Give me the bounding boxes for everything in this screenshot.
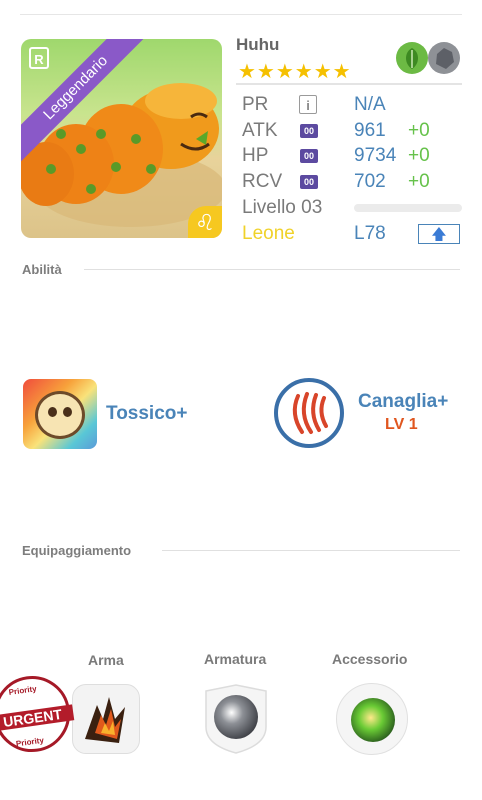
creature-name: Huhu xyxy=(236,35,280,54)
info-icon[interactable]: i xyxy=(299,95,317,114)
armor-gem-icon xyxy=(214,695,258,739)
stat-label: RCV xyxy=(242,171,283,192)
equip-label-armor: Armatura xyxy=(204,651,267,667)
stamp-main-text: URGENT xyxy=(0,704,75,732)
arrow-up-icon: 🡅 xyxy=(431,226,447,243)
abilities-divider xyxy=(84,269,460,270)
stat-row-hp: HP 00 9734 +0 xyxy=(242,145,472,169)
skull-shape xyxy=(35,391,85,439)
level-progress-bar xyxy=(354,204,462,212)
claw-scratch-icon[interactable] xyxy=(274,378,344,448)
header-divider xyxy=(236,83,462,85)
ability-level: LV 1 xyxy=(385,416,418,433)
ability-name[interactable]: Canaglia+ xyxy=(358,391,448,413)
stamp-top-text: Priority xyxy=(8,684,38,697)
stat-row-pr: PR i N/A xyxy=(242,94,472,118)
stat-value: 961 xyxy=(354,120,386,141)
stat-label: HP xyxy=(242,145,269,166)
urgent-stamp: Priority URGENT Priority xyxy=(0,671,75,757)
ability-name[interactable]: Tossico+ xyxy=(106,403,187,425)
creature-illustration xyxy=(21,83,222,227)
rock-icon xyxy=(428,42,460,74)
level-label: Livello 03 xyxy=(242,197,323,218)
upgrade-button[interactable]: 🡅 xyxy=(418,224,460,244)
zodiac-row: Leone L78 🡅 xyxy=(242,223,472,247)
armor-slot[interactable] xyxy=(202,683,270,755)
claw-weapon-icon xyxy=(85,697,125,743)
stat-tag: 00 xyxy=(300,175,318,189)
weapon-slot[interactable] xyxy=(72,684,140,754)
skull-icon[interactable] xyxy=(23,379,97,449)
stat-tag: 00 xyxy=(300,124,318,138)
stat-bonus: +0 xyxy=(408,120,430,141)
rarity-icon: R xyxy=(29,47,49,69)
stat-tag: 00 xyxy=(300,149,318,163)
zodiac-name: Leone xyxy=(242,223,295,244)
equipment-title: Equipaggiamento xyxy=(22,543,132,558)
stat-value: N/A xyxy=(354,94,386,115)
top-divider xyxy=(20,14,462,15)
creature-portrait[interactable]: Leggendario R ♌ xyxy=(21,39,222,238)
leaf-icon xyxy=(396,42,428,74)
level-row: Livello 03 xyxy=(242,197,472,221)
zodiac-leo-icon: ♌ xyxy=(188,206,222,238)
stat-row-rcv: RCV 00 702 +0 xyxy=(242,171,472,195)
zodiac-level: L78 xyxy=(354,223,386,244)
stat-bonus: +0 xyxy=(408,145,430,166)
accessory-slot[interactable] xyxy=(336,683,408,755)
star-rating: ★★★★★★ xyxy=(238,61,352,83)
stat-value: 702 xyxy=(354,171,386,192)
green-orb-icon xyxy=(351,698,395,742)
stat-bonus: +0 xyxy=(408,171,430,192)
stat-label: PR xyxy=(242,94,269,115)
equip-label-weapon: Arma xyxy=(88,652,124,668)
stat-value: 9734 xyxy=(354,145,397,166)
equipment-divider xyxy=(162,550,460,551)
abilities-title: Abilità xyxy=(22,262,62,277)
stat-label: ATK xyxy=(242,120,278,141)
stat-row-atk: ATK 00 961 +0 xyxy=(242,120,472,144)
stamp-bottom-text: Priority xyxy=(15,735,45,749)
equip-label-accessory: Accessorio xyxy=(332,651,408,667)
